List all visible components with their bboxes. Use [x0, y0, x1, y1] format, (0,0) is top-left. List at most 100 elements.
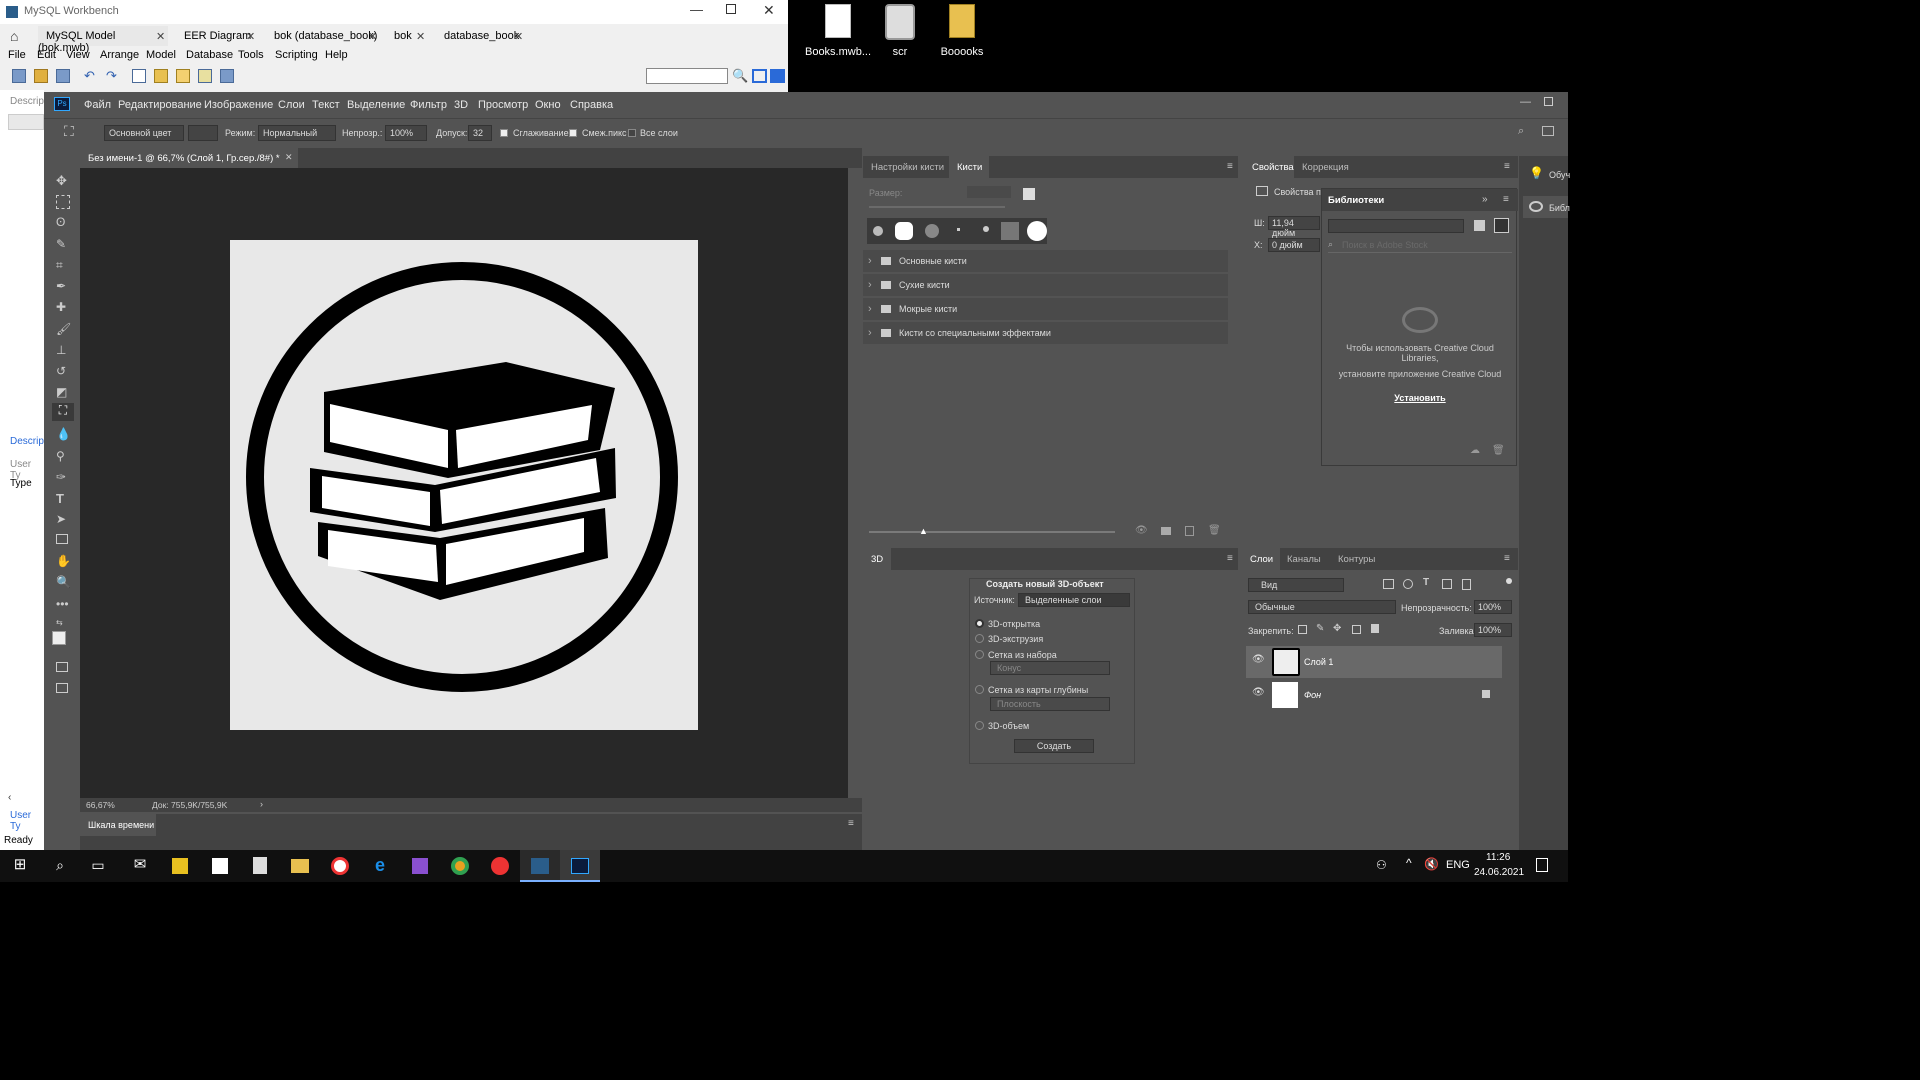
lasso-tool-icon[interactable]: ʘ — [56, 215, 70, 229]
libraries-panel-button[interactable]: Библ — [1523, 196, 1570, 218]
filter-type-icon[interactable]: T — [1423, 577, 1429, 588]
type-tool-icon[interactable]: T — [56, 491, 70, 506]
healing-tool-icon[interactable]: ✚ — [56, 300, 70, 314]
panel-menu-icon[interactable]: ≡ — [1504, 161, 1510, 172]
user-types-tab-label[interactable]: User Ty — [10, 810, 44, 832]
list-view-icon[interactable] — [1494, 218, 1509, 233]
menu-help[interactable]: Help — [325, 49, 348, 61]
clock-time[interactable]: 11:26 — [1486, 852, 1510, 863]
crop-tool-icon[interactable]: ⌗ — [56, 258, 70, 272]
chevron-up-icon[interactable]: ^ — [1406, 856, 1412, 870]
quick-mask-icon[interactable] — [56, 662, 68, 672]
visibility-eye-icon[interactable]: 👁 — [1252, 654, 1265, 665]
sidebar-toggle-icon[interactable] — [752, 69, 767, 83]
new-group-icon[interactable] — [1161, 527, 1171, 535]
ps-menu-3d[interactable]: 3D — [454, 99, 468, 111]
undo-icon[interactable]: ↶ — [84, 68, 95, 84]
clock-date[interactable]: 24.06.2021 — [1474, 867, 1524, 878]
add-view-icon[interactable] — [198, 69, 212, 83]
new-model-icon[interactable] — [12, 69, 26, 83]
more-tools-icon[interactable]: ••• — [56, 597, 70, 611]
search-input[interactable] — [646, 68, 728, 84]
ps-menu-filter[interactable]: Фильтр — [410, 99, 447, 111]
chevron-right-icon[interactable]: › — [868, 279, 872, 291]
ps-menu-type[interactable]: Текст — [312, 99, 340, 111]
hand-tool-icon[interactable]: ✋ — [56, 554, 71, 568]
all-layers-checkbox[interactable] — [628, 129, 636, 137]
desktop-icon-scr[interactable]: scr — [872, 4, 928, 58]
scroll-left-icon[interactable]: ‹ — [8, 792, 11, 803]
radio-icon[interactable] — [975, 721, 984, 730]
ps-menu-file[interactable]: Файл — [84, 99, 111, 111]
desktop-icon-books-mwb[interactable]: Books.mwb... — [804, 4, 872, 58]
radio-icon[interactable] — [975, 685, 984, 694]
delete-icon[interactable]: 🗑 — [1492, 445, 1505, 456]
brush-tip-icon[interactable] — [983, 226, 989, 232]
add-table-icon[interactable] — [176, 69, 190, 83]
lock-artboard-icon[interactable] — [1352, 625, 1361, 634]
antialias-checkbox[interactable] — [500, 129, 508, 137]
contiguous-checkbox[interactable] — [569, 129, 577, 137]
chevron-right-icon[interactable]: › — [868, 255, 872, 267]
mysql-workbench-taskbar-icon[interactable] — [520, 850, 560, 882]
tab-brushes[interactable]: Кисти — [949, 156, 989, 178]
fill-field[interactable]: 100% — [1474, 623, 1512, 637]
notepad-icon[interactable] — [240, 850, 280, 882]
ps-menu-layers[interactable]: Слои — [278, 99, 305, 111]
tolerance-field[interactable]: 32 — [468, 125, 492, 141]
menu-tools[interactable]: Tools — [238, 49, 264, 61]
tab-model[interactable]: MySQL Model (bok.mwb) ✕ — [38, 26, 168, 54]
blend-mode-select[interactable]: Обычные — [1248, 600, 1396, 614]
tab-properties[interactable]: Свойства — [1246, 156, 1294, 178]
tab-database-book[interactable]: database_book ✕ — [438, 26, 528, 46]
radio-selected-icon[interactable] — [975, 619, 984, 628]
notification-icon[interactable] — [1536, 858, 1548, 872]
panel-menu-icon[interactable]: ≡ — [1227, 553, 1233, 564]
cloud-sync-icon[interactable]: ☁ — [1470, 445, 1480, 456]
close-icon[interactable]: ✕ — [763, 2, 775, 19]
add-diagram-icon[interactable] — [132, 69, 146, 83]
lock-all-icon[interactable] — [1371, 624, 1379, 633]
filter-shape-icon[interactable] — [1442, 579, 1452, 589]
ps-maximize-icon[interactable] — [1544, 97, 1553, 106]
panel-menu-icon[interactable]: ≡ — [1504, 553, 1510, 564]
option-depth-map[interactable]: Сетка из карты глубины — [988, 685, 1088, 695]
description-field[interactable] — [8, 114, 44, 130]
source-select[interactable]: Выделенные слои — [1018, 593, 1130, 607]
brush-group-row[interactable]: › Кисти со специальными эффектами — [863, 322, 1228, 344]
brush-tool-icon[interactable]: 🖌 — [56, 322, 71, 336]
close-tab-icon[interactable]: ✕ — [514, 30, 523, 43]
option-mesh-preset[interactable]: Сетка из набора — [988, 650, 1057, 660]
brush-tip-icon[interactable] — [895, 222, 913, 240]
desktop-icon-booooks[interactable]: Booooks — [934, 4, 990, 58]
screen-mode-icon[interactable] — [56, 683, 68, 693]
marquee-tool-icon[interactable] — [56, 195, 70, 209]
eyedropper-tool-icon[interactable]: ✒ — [56, 279, 70, 293]
ps-menu-image[interactable]: Изображение — [204, 99, 273, 111]
brush-size-field[interactable] — [967, 186, 1011, 198]
brush-preview-slider[interactable] — [869, 531, 1115, 533]
brush-group-row[interactable]: › Сухие кисти — [863, 274, 1228, 296]
move-tool-icon[interactable]: ✥ — [56, 173, 70, 188]
ps-menu-select[interactable]: Выделение — [347, 99, 405, 111]
redo-icon[interactable]: ↷ — [106, 68, 117, 84]
add-routine-icon[interactable] — [220, 69, 234, 83]
tab-bok[interactable]: bok ✕ — [388, 26, 428, 46]
zoom-tool-icon[interactable]: 🔍 — [56, 575, 71, 589]
pen-tool-icon[interactable]: ✑ — [56, 470, 70, 484]
rectangle-tool-icon[interactable] — [56, 534, 68, 544]
learn-panel-label[interactable]: Обуч — [1549, 170, 1570, 180]
description-tab-label[interactable]: Descrip — [10, 436, 44, 447]
layer-name[interactable]: Фон — [1304, 690, 1321, 700]
close-document-icon[interactable]: ✕ — [285, 152, 293, 163]
language-indicator[interactable]: ENG — [1446, 859, 1470, 871]
radio-icon[interactable] — [975, 650, 984, 659]
create-button[interactable]: Создать — [1014, 739, 1094, 753]
close-tab-icon[interactable]: ✕ — [246, 30, 255, 43]
zoom-level[interactable]: 66,67% — [86, 800, 115, 810]
open-model-icon[interactable] — [34, 69, 48, 83]
ps-menu-window[interactable]: Окно — [535, 99, 561, 111]
chrome-icon[interactable] — [440, 850, 480, 882]
paint-bucket-tool-icon[interactable]: ⛶ — [64, 123, 74, 140]
maximize-icon[interactable] — [726, 4, 736, 14]
